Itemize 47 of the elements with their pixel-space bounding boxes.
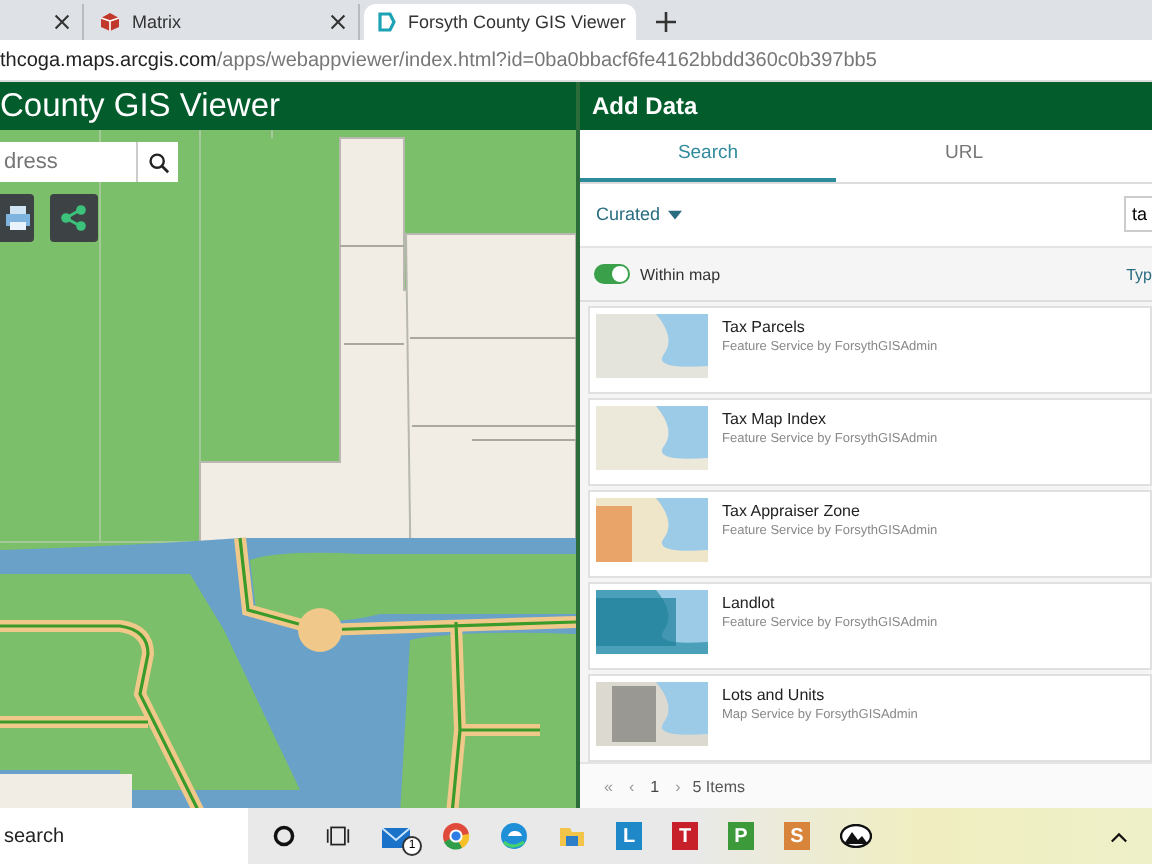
browser-tab[interactable]: Matrix — [88, 4, 360, 40]
item-count: 5 Items — [692, 777, 745, 796]
cube-icon — [100, 12, 120, 32]
toggle-label: Within map — [640, 265, 721, 284]
caret-icon — [668, 209, 683, 220]
share-icon — [60, 204, 88, 232]
item-title: Landlot — [722, 594, 777, 613]
item-title: Tax Map Index — [722, 410, 829, 429]
browser-tab[interactable]: Forsyth County GIS Viewer — [364, 4, 636, 40]
close-icon[interactable] — [54, 14, 70, 30]
chevron-up-icon[interactable] — [1110, 832, 1128, 844]
taskbar-search-field[interactable]: search — [0, 808, 248, 864]
printer-icon — [3, 204, 31, 232]
item-title: Tax Parcels — [722, 318, 807, 337]
search-input-field[interactable]: ta — [1124, 196, 1152, 233]
type-filter-link[interactable]: Typ — [1126, 265, 1152, 284]
app-tile[interactable]: T — [672, 822, 698, 850]
share-button[interactable] — [50, 194, 98, 242]
toggle-switch[interactable] — [594, 264, 630, 285]
map-thumbnail — [596, 314, 708, 379]
app-tile[interactable]: L — [616, 822, 642, 850]
mail-icon[interactable] — [380, 822, 412, 850]
chrome-icon[interactable] — [442, 822, 470, 850]
map-thumbnail — [596, 406, 708, 471]
viewer-icon — [376, 12, 396, 32]
map-thumbnail — [596, 682, 708, 747]
item-title: Tax Appraiser Zone — [722, 502, 862, 521]
app-tile[interactable]: P — [728, 822, 754, 850]
search-button[interactable] — [136, 142, 178, 182]
map-thumbnail — [596, 590, 708, 655]
mountain-icon[interactable] — [840, 824, 872, 848]
folder-icon[interactable] — [558, 822, 586, 850]
curated-dropdown[interactable]: Curated — [580, 204, 683, 225]
close-icon[interactable] — [330, 14, 346, 30]
search-icon — [147, 151, 169, 173]
address-url[interactable]: thcoga.maps.arcgis.com/apps/webappviewer/index.html?id=0ba0bbacf6fe4162bbdd360c0b397bb5 — [0, 49, 877, 71]
page-number[interactable]: 1 — [650, 777, 660, 796]
panel-title: Add Data — [592, 91, 698, 120]
edge-icon[interactable] — [500, 822, 528, 850]
map-thumbnail — [596, 498, 708, 563]
new-tab-icon[interactable] — [656, 12, 676, 32]
print-button[interactable] — [0, 194, 34, 242]
app-title: County GIS Viewer — [0, 87, 281, 125]
circle-icon[interactable] — [272, 824, 296, 848]
address-search-field[interactable]: dress — [0, 142, 136, 182]
task-view-icon[interactable] — [326, 824, 350, 848]
item-title: Lots and Units — [722, 686, 827, 705]
